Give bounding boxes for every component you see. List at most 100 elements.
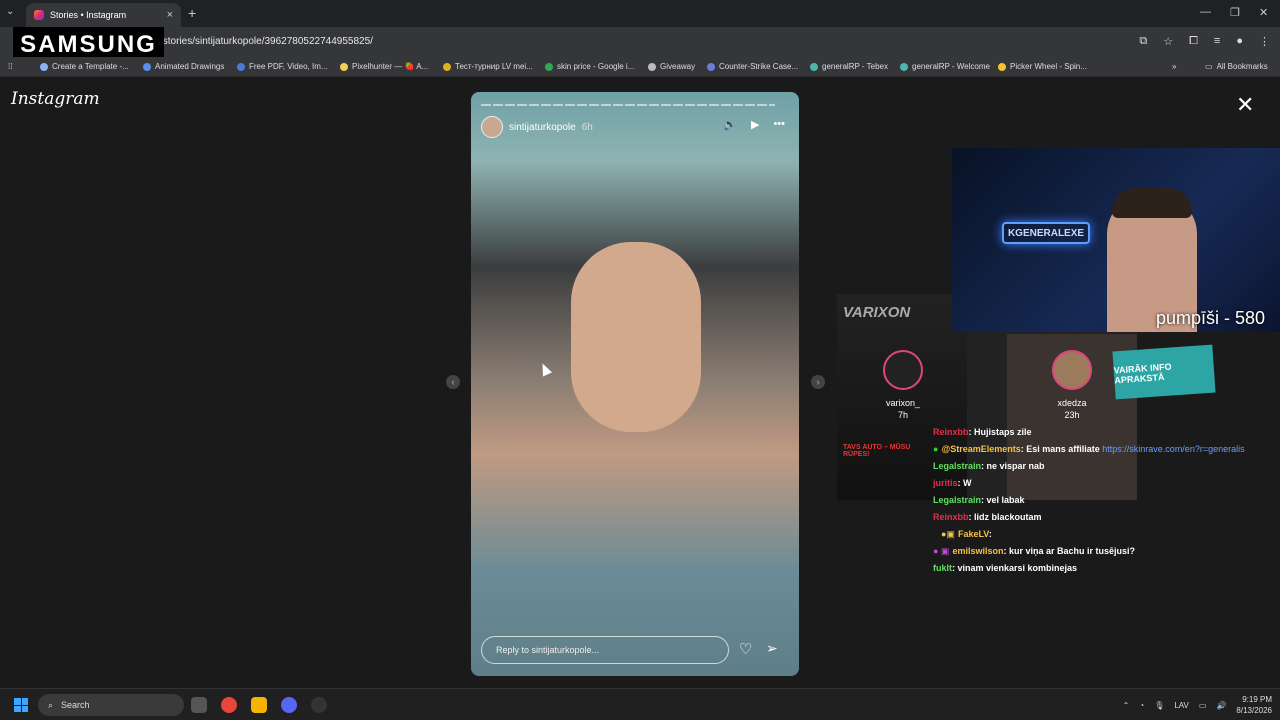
clock[interactable]: 9:19 PM 8/13/2026 <box>1236 694 1272 716</box>
varixon-avatar[interactable] <box>883 350 923 390</box>
bookmark-star-icon[interactable]: ☆ <box>1163 35 1173 48</box>
story-controls: 🔈 ▶ ••• <box>723 118 785 131</box>
minimize-icon[interactable]: — <box>1200 6 1211 18</box>
story-progress-bar <box>481 104 775 106</box>
play-icon[interactable]: ▶ <box>751 118 759 131</box>
media-icon[interactable]: ≡ <box>1214 35 1220 48</box>
bookmark-favicon-icon <box>237 62 245 71</box>
bookmark-favicon-icon <box>707 62 715 71</box>
tab-close-icon[interactable]: × <box>167 9 173 21</box>
taskbar-search[interactable]: ⌕ Search <box>38 694 184 716</box>
xdedza-time: 23h <box>1064 410 1080 420</box>
chat-message: Reinxbb: Hujistaps zile <box>933 424 1273 441</box>
varixon-ad-title: VARIXON <box>843 304 911 321</box>
tab-instagram-stories[interactable]: Stories • Instagram × <box>26 3 181 27</box>
story-viewer[interactable]: sintijaturkopole 6h 🔈 ▶ ••• Reply to sin… <box>471 92 799 676</box>
obs-icon[interactable] <box>311 697 327 713</box>
tab-search-icon[interactable]: ⌄ <box>6 6 14 17</box>
install-icon[interactable]: ⧉ <box>1139 35 1147 48</box>
chat-user: Reinxbb <box>933 512 969 522</box>
story-media <box>571 242 701 432</box>
chrome-menu-icon[interactable]: ⋮ <box>1259 35 1270 48</box>
bookmark-item[interactable]: Pixelhunter — 🍓 A... <box>340 62 428 71</box>
maximize-icon[interactable]: ❐ <box>1230 6 1240 19</box>
file-explorer-icon[interactable] <box>251 697 267 713</box>
varixon-time: 7h <box>897 410 908 420</box>
apps-icon[interactable]: ⁞⁞ <box>8 62 12 71</box>
address-bar-icons: ⧉ ☆ ⧠ ≡ ● ⋮ <box>1139 35 1270 48</box>
bookmark-item[interactable]: Free PDF, Video, Im... <box>237 62 328 71</box>
bookmark-label: generalRP - Welcome <box>912 62 990 71</box>
badge-icon: ● ▣ <box>933 546 950 556</box>
bookmark-item[interactable]: Picker Wheel - Spin... <box>998 62 1087 71</box>
chat-text: : Hujistaps zile <box>968 427 1032 437</box>
bookmark-item[interactable]: Create a Template -... <box>40 62 129 71</box>
close-stories-icon[interactable]: ✕ <box>1236 92 1254 118</box>
mute-icon[interactable]: 🔈 <box>723 118 737 131</box>
story-avatar[interactable] <box>481 116 503 138</box>
bookmark-label: Create a Template -... <box>52 62 129 71</box>
bookmark-favicon-icon <box>648 62 656 71</box>
chat-text: : Esi mans affiliate <box>1020 444 1103 454</box>
chat-message: fuklt: vinam vienkarsi kombinejas <box>933 560 1273 577</box>
like-heart-icon[interactable]: ♡ <box>739 640 752 658</box>
volume-icon[interactable]: 🔊 <box>1216 701 1226 710</box>
more-options-icon[interactable]: ••• <box>773 118 785 131</box>
bookmark-label: Pixelhunter — 🍓 A... <box>352 62 429 71</box>
bookmarks-overflow-icon[interactable]: » <box>1172 62 1176 71</box>
browser-tabbar: ⌄ Stories • Instagram × + — ❐ ✕ <box>0 0 1280 27</box>
chat-message: Legalstrain: vel labak <box>933 492 1273 509</box>
bookmark-item[interactable]: Animated Drawings <box>143 62 224 71</box>
instagram-favicon-icon <box>34 10 44 20</box>
bookmark-favicon-icon <box>340 62 348 71</box>
stream-chat: Reinxbb: Hujistaps zile ● @StreamElements… <box>933 424 1273 577</box>
bookmark-favicon-icon <box>143 62 151 71</box>
language-indicator[interactable]: LAV <box>1174 701 1189 710</box>
network-status-icon[interactable]: ◔ <box>1139 701 1144 710</box>
task-view-icon[interactable] <box>191 697 207 713</box>
send-icon[interactable]: ➢ <box>766 640 778 657</box>
profile-avatar-icon[interactable]: ● <box>1236 35 1243 48</box>
chat-message: juritis: W <box>933 475 1273 492</box>
extensions-icon[interactable]: ⧠ <box>1189 35 1198 48</box>
next-story-icon[interactable]: › <box>811 375 825 389</box>
window-close-icon[interactable]: ✕ <box>1259 6 1268 19</box>
all-bookmarks-label: All Bookmarks <box>1216 62 1268 71</box>
microphone-icon[interactable]: 🎙 <box>1154 701 1164 710</box>
windows-start-icon[interactable] <box>14 698 28 712</box>
display-icon[interactable]: ▭ <box>1199 701 1207 710</box>
discord-icon[interactable] <box>281 697 297 713</box>
streamer-hair <box>1112 188 1192 218</box>
instagram-logo[interactable]: Instagram <box>11 89 100 109</box>
tray-overflow-icon[interactable]: ⌃ <box>1123 701 1130 710</box>
bookmark-label: Picker Wheel - Spin... <box>1010 62 1087 71</box>
bookmark-item[interactable]: Counter-Strike Case... <box>707 62 798 71</box>
search-icon: ⌕ <box>48 699 54 710</box>
xdedza-avatar[interactable] <box>1052 350 1092 390</box>
previous-story-icon[interactable]: ‹ <box>446 375 460 389</box>
bookmark-item[interactable]: generalRP - Tebex <box>810 62 888 71</box>
chat-message: ●▣ FakeLV: <box>933 526 1273 543</box>
reply-input[interactable]: Reply to sintijaturkopole... <box>481 636 729 664</box>
bookmark-item[interactable]: skin price - Google i... <box>545 62 634 71</box>
story-username[interactable]: sintijaturkopole <box>509 122 576 133</box>
bookmark-item[interactable]: Giveaway <box>648 62 695 71</box>
clock-time: 9:19 PM <box>1242 695 1272 704</box>
check-badge-icon: ● <box>933 444 939 454</box>
new-tab-icon[interactable]: + <box>188 5 196 21</box>
windows-taskbar: ⌕ Search ⌃ ◔ 🎙 LAV ▭ 🔊 9:19 PM 8/13/2026 <box>0 688 1280 720</box>
url-field[interactable]: /stories/sintijaturkopole/39627805227449… <box>160 36 373 47</box>
neon-sign: KGENERALEXE <box>1002 222 1090 244</box>
chat-message: Reinxbb: lidz blackoutam <box>933 509 1273 526</box>
chat-user: FakeLV <box>957 529 989 539</box>
all-bookmarks-button[interactable]: ▭ All Bookmarks <box>1205 62 1268 71</box>
bookmark-favicon-icon <box>443 62 451 71</box>
chrome-icon[interactable] <box>221 697 237 713</box>
clock-date: 8/13/2026 <box>1236 706 1272 715</box>
bookmarks-bar: ⁞⁞ Create a Template -... Animated Drawi… <box>0 57 1280 77</box>
bookmark-label: generalRP - Tebex <box>822 62 888 71</box>
bookmark-item[interactable]: Тест-турнир LV mei... <box>443 62 533 71</box>
bookmark-item[interactable]: generalRP - Welcome <box>900 62 990 71</box>
xdedza-name: xdedza <box>1057 398 1087 408</box>
chat-text: : W <box>957 478 972 488</box>
